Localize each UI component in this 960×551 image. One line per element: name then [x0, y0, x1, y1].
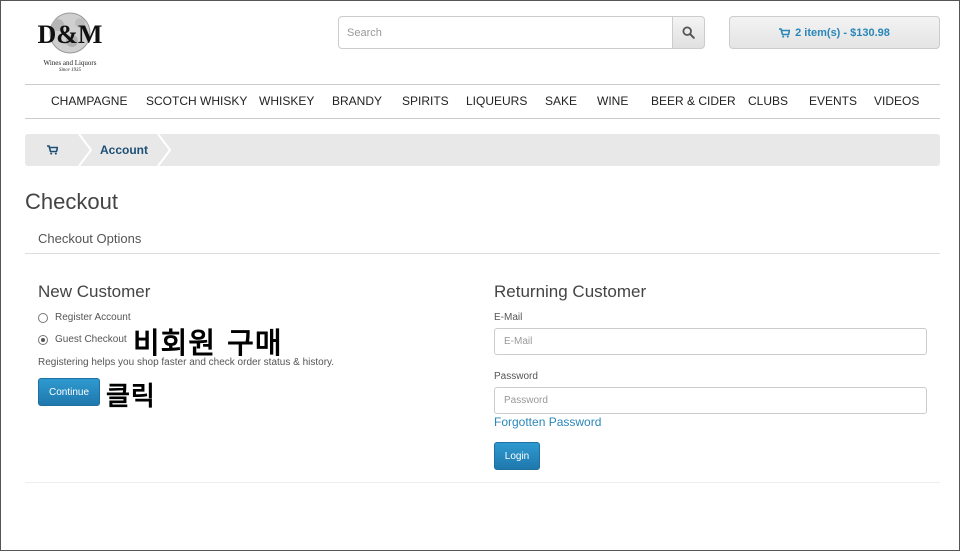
breadcrumb-home[interactable]	[25, 134, 80, 166]
menu-item-beer-cider[interactable]: BEER & CIDER	[651, 94, 736, 108]
page-title: Checkout	[25, 189, 118, 214]
register-account-label: Register Account	[55, 312, 131, 323]
menu-item-events[interactable]: EVENTS	[809, 94, 857, 108]
register-account-option[interactable]: Register Account	[38, 312, 131, 323]
password-label: Password	[494, 371, 538, 382]
returning-customer-heading: Returning Customer	[494, 282, 647, 301]
annotation-click: 클릭	[106, 382, 156, 412]
menu-item-spirits[interactable]: SPIRITS	[402, 94, 449, 108]
new-customer-heading: New Customer	[38, 282, 151, 301]
search-button[interactable]	[673, 16, 705, 49]
email-label: E-Mail	[494, 312, 523, 323]
panel-divider	[25, 482, 940, 483]
store-logo[interactable]: D&M Wines and Liquors Since 1935	[28, 11, 112, 75]
menu-item-whiskey[interactable]: WHISKEY	[259, 94, 314, 108]
panel-title: Checkout Options	[38, 231, 142, 246]
email-field[interactable]	[494, 328, 927, 355]
breadcrumb: Account	[25, 134, 940, 166]
main-menu: CHAMPAGNE SCOTCH WHISKY WHISKEY BRANDY S…	[25, 84, 940, 119]
breadcrumb-separator	[157, 134, 171, 166]
forgotten-password-link[interactable]: Forgotten Password	[494, 415, 601, 429]
guest-checkout-radio[interactable]	[38, 334, 48, 345]
register-account-radio[interactable]	[38, 312, 48, 323]
logo-mark: D&M	[38, 20, 103, 49]
cart-total: 2 item(s) - $130.98	[795, 26, 890, 39]
guest-checkout-option[interactable]: Guest Checkout	[38, 334, 127, 345]
search-bar	[338, 16, 705, 49]
login-button[interactable]: Login	[494, 442, 540, 470]
register-note: Registering helps you shop faster and ch…	[38, 357, 335, 368]
menu-item-wine[interactable]: WINE	[597, 94, 628, 108]
menu-item-videos[interactable]: VIDEOS	[874, 94, 919, 108]
cart-button[interactable]: 2 item(s) - $130.98	[729, 16, 940, 49]
menu-item-scotch-whisky[interactable]: SCOTCH WHISKY	[146, 94, 247, 108]
logo-emblem: D&M	[38, 12, 103, 54]
search-input[interactable]	[338, 16, 673, 49]
menu-item-sake[interactable]: SAKE	[545, 94, 577, 108]
menu-item-clubs[interactable]: CLUBS	[748, 94, 788, 108]
breadcrumb-separator	[78, 134, 92, 166]
shopping-cart-icon	[47, 145, 58, 155]
search-icon	[682, 26, 695, 39]
shopping-cart-icon	[779, 27, 791, 38]
logo-since: Since 1935	[58, 68, 82, 73]
guest-checkout-label: Guest Checkout	[55, 334, 127, 345]
breadcrumb-account[interactable]: Account	[100, 134, 148, 166]
menu-item-brandy[interactable]: BRANDY	[332, 94, 382, 108]
checkout-options-panel-heading[interactable]: Checkout Options	[25, 223, 940, 254]
annotation-guest-purchase: 비회원 구매	[133, 326, 283, 360]
continue-button[interactable]: Continue	[38, 378, 100, 406]
logo-subtitle: Wines and Liquors	[43, 59, 97, 67]
menu-item-liqueurs[interactable]: LIQUEURS	[466, 94, 527, 108]
password-field[interactable]	[494, 387, 927, 414]
menu-item-champagne[interactable]: CHAMPAGNE	[51, 94, 127, 108]
